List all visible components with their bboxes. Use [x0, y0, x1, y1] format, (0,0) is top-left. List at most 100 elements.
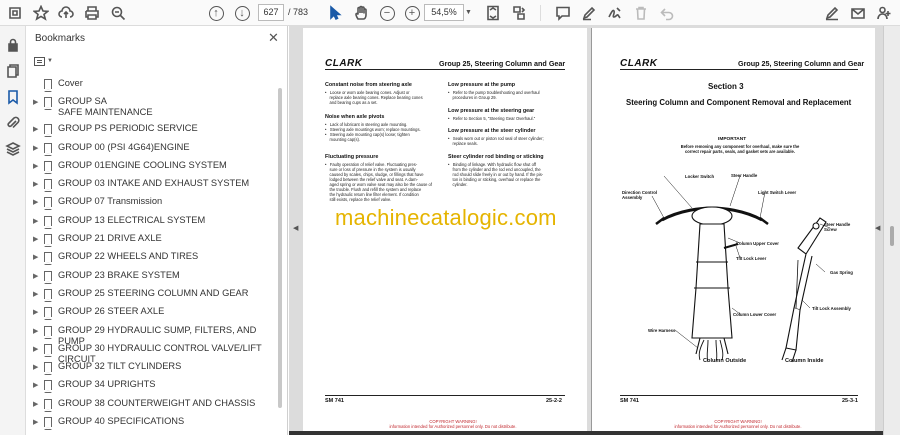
callout-label: Direction Control Assembly — [622, 190, 658, 200]
expand-chevron-icon[interactable]: ▶ — [33, 272, 38, 280]
pen-edit-icon[interactable] — [823, 4, 841, 22]
bookmark-item[interactable]: ▶ GROUP 38 COUNTERWEIGHT AND CHASSIS — [26, 397, 276, 415]
draw-signature-icon[interactable] — [606, 4, 624, 22]
select-cursor-icon[interactable] — [326, 4, 344, 22]
star-icon[interactable] — [32, 4, 50, 22]
expand-chevron-icon[interactable]: ▶ — [33, 345, 38, 353]
pages-thumbnails-icon[interactable] — [4, 62, 22, 80]
expand-chevron-icon[interactable]: ▶ — [33, 180, 38, 188]
body-text: • Loose or worn axle bearing cones. Adju… — [325, 90, 423, 105]
expand-chevron-icon[interactable]: ▶ — [33, 198, 38, 206]
document-scrollbar[interactable] — [883, 26, 900, 435]
expand-chevron-icon[interactable]: ▶ — [33, 144, 38, 152]
mail-icon[interactable] — [849, 4, 867, 22]
bookmark-item[interactable]: ▶ GROUP 07 Transmission — [26, 195, 276, 213]
bookmark-item[interactable]: ▶ GROUP 30 HYDRAULIC CONTROL VALVE/LIFT C… — [26, 342, 276, 364]
expand-panel-icon[interactable]: ◀ — [875, 224, 880, 232]
bookmark-item[interactable]: ▶ GROUP 34 UPRIGHTS — [26, 378, 276, 396]
bookmark-options-button[interactable]: ▼ — [34, 54, 60, 68]
body-text: • Refer to the pump troubleshooting and … — [448, 90, 540, 100]
bookmark-label: GROUP 07 Transmission — [58, 196, 163, 207]
section-heading: Low pressure at the pump — [448, 82, 516, 88]
layers-icon[interactable] — [4, 140, 22, 158]
expand-chevron-icon[interactable]: ▶ — [33, 253, 38, 261]
highlight-pen-icon[interactable] — [580, 4, 598, 22]
expand-chevron-icon[interactable]: ▶ — [33, 98, 38, 106]
expand-chevron-icon[interactable]: ▶ — [33, 125, 38, 133]
bookmarks-panel: Bookmarks ✕ ▼ Cover ▶ GROUP SA SAFE MAINTE… — [26, 26, 288, 435]
expand-chevron-icon[interactable]: ▶ — [33, 162, 38, 170]
bookmark-icon — [44, 270, 52, 284]
cloud-upload-icon[interactable] — [57, 4, 75, 22]
bookmark-item[interactable]: ▶ GROUP 40 SPECIFICATIONS — [26, 415, 276, 433]
zoom-search-icon[interactable] — [109, 4, 127, 22]
callout-label: Light Switch Lever — [758, 190, 797, 195]
bookmark-item[interactable]: ▶ GROUP 23 BRAKE SYSTEM — [26, 269, 276, 287]
previous-page-icon[interactable]: ↑ — [207, 4, 225, 22]
steering-column-illustration — [651, 175, 831, 363]
panel-scrollbar[interactable] — [278, 88, 282, 408]
list-options-icon — [34, 56, 45, 66]
bookmark-item[interactable]: ▶ GROUP 29 HYDRAULIC SUMP, FILTERS, AND P… — [26, 324, 276, 346]
document-page-left: CLARK Group 25, Steering Column and Gear… — [303, 28, 587, 435]
scroll-mode-icon[interactable] — [510, 4, 528, 22]
bookmark-icon — [44, 124, 52, 138]
bookmark-label: GROUP 13 ELECTRICAL SYSTEM — [58, 214, 206, 225]
close-icon[interactable]: ✕ — [268, 30, 279, 46]
lock-icon[interactable] — [4, 36, 22, 54]
expand-chevron-icon[interactable]: ▶ — [33, 308, 38, 316]
scroll-thumb[interactable] — [890, 226, 894, 246]
callout-label: Tilt Lock Lever — [736, 256, 767, 261]
collapse-panel-icon[interactable]: ◀ — [293, 224, 298, 232]
bookmark-item[interactable]: ▶ GROUP 26 STEER AXLE — [26, 305, 276, 323]
bookmark-item[interactable]: ▶ GROUP 32 TILT CYLINDERS — [26, 360, 276, 378]
print-icon[interactable] — [83, 4, 101, 22]
figure-caption: Column Inside — [785, 358, 824, 364]
bookmark-item[interactable]: ▶ GROUP 25 STEERING COLUMN AND GEAR — [26, 287, 276, 305]
share-user-icon[interactable] — [875, 4, 893, 22]
copyright-warning: COPYRIGHT WARNING! information intended … — [389, 419, 517, 429]
bookmark-item[interactable]: ▶ GROUP 13 ELECTRICAL SYSTEM — [26, 214, 276, 232]
page-total: / 783 — [288, 7, 309, 17]
next-page-icon[interactable]: ↓ — [233, 4, 251, 22]
bookmark-item[interactable]: ▶ GROUP SA SAFE MAINTENANCE — [26, 95, 276, 122]
attachments-icon[interactable] — [4, 114, 22, 132]
hand-tool-icon[interactable] — [352, 4, 370, 22]
body-text: • Lack of lubricant in steering axle mou… — [325, 122, 421, 142]
bookmark-item[interactable]: ▶ GROUP 00 (PSI 4G64)ENGINE — [26, 141, 276, 159]
bookmark-item[interactable]: ▶ GROUP 22 WHEELS AND TIRES — [26, 250, 276, 268]
fit-page-icon[interactable] — [484, 4, 502, 22]
expand-chevron-icon[interactable]: ▶ — [33, 363, 38, 371]
callout-label: Column Lower Cover — [733, 312, 777, 317]
page-footer-right: 25-2-2 — [546, 398, 562, 404]
zoom-level[interactable]: 54,5% — [424, 4, 464, 21]
page-header: Group 25, Steering Column and Gear — [439, 59, 566, 68]
bookmark-icon — [44, 97, 52, 111]
zoom-out-icon[interactable]: − — [378, 4, 396, 22]
bookmark-item[interactable]: ▶ GROUP 01ENGINE COOLING SYSTEM — [26, 159, 276, 177]
expand-chevron-icon[interactable]: ▶ — [33, 235, 38, 243]
bookmark-icon — [44, 160, 52, 174]
page-number-input[interactable]: 627 — [258, 4, 284, 21]
bookmark-item[interactable]: ▶ GROUP PS PERIODIC SERVICE — [26, 122, 276, 140]
zoom-in-icon[interactable]: + — [403, 4, 421, 22]
bookmark-icon — [44, 252, 52, 266]
bookmark-item[interactable]: Cover — [26, 77, 276, 95]
expand-chevron-icon[interactable]: ▶ — [33, 327, 38, 335]
bookmark-item[interactable]: ▶ GROUP 21 DRIVE AXLE — [26, 232, 276, 250]
section-heading: Fluctuating pressure — [325, 154, 379, 160]
expand-chevron-icon[interactable]: ▶ — [33, 217, 38, 225]
bookmark-item[interactable]: ▶ GROUP 03 INTAKE AND EXHAUST SYSTEM — [26, 177, 276, 195]
home-icon[interactable] — [6, 4, 24, 22]
expand-chevron-icon[interactable]: ▶ — [33, 400, 38, 408]
bookmark-panel-icon[interactable] — [4, 88, 22, 106]
bookmark-label: Cover — [58, 78, 83, 88]
expand-chevron-icon[interactable]: ▶ — [33, 418, 38, 426]
section-heading: Steer cylinder rod binding or sticking — [448, 154, 544, 160]
expand-chevron-icon[interactable]: ▶ — [33, 290, 38, 298]
zoom-dropdown-icon[interactable]: ▼ — [465, 9, 472, 16]
expand-chevron-icon[interactable]: ▶ — [33, 381, 38, 389]
callout-label: Wire Harness — [648, 328, 676, 333]
comment-icon[interactable] — [554, 4, 572, 22]
section-heading: Constant noise from steering axle — [325, 82, 412, 88]
